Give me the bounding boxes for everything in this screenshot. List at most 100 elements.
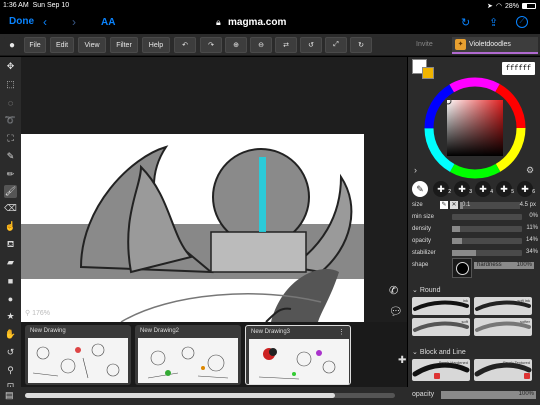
done-button[interactable]: Done <box>9 16 34 27</box>
text-size-button[interactable]: AA <box>101 17 115 28</box>
smudge-icon[interactable]: ☝ <box>4 220 17 233</box>
fullscreen-icon[interactable]: ⤢ <box>325 37 347 53</box>
brush-preset[interactable]: soft ink <box>474 297 532 315</box>
rotate-view-icon[interactable]: ↺ <box>4 346 17 359</box>
brush-preset[interactable]: softer <box>474 318 532 336</box>
brush-preset[interactable]: Brush Hardened <box>412 359 470 381</box>
brush-slot[interactable]: ✚ 5 <box>496 181 514 197</box>
gear-icon[interactable]: ⚙ <box>526 165 534 176</box>
thumbnail-card-active[interactable]: New Drawing3 ⋮ <box>245 325 351 385</box>
transform-icon[interactable]: ⛶ <box>4 132 17 145</box>
density-slider[interactable]: 11% <box>452 225 538 232</box>
rotate-right-icon[interactable]: ↻ <box>350 37 372 53</box>
min-size-slider[interactable]: 0% <box>452 213 538 220</box>
stabilizer-fill <box>452 250 476 256</box>
chat-icon[interactable]: 💬︎ <box>389 305 403 318</box>
paint-bucket-icon[interactable]: ⛾ <box>4 238 17 251</box>
compass-icon[interactable]: ⟋ <box>516 16 528 28</box>
back-icon[interactable]: ‹ <box>43 15 47 29</box>
brush-slot[interactable]: ✚ 3 <box>454 181 472 197</box>
density-label: density <box>412 226 432 232</box>
flip-icon[interactable]: ⇄ <box>275 37 297 53</box>
delete-icon[interactable] <box>524 373 530 379</box>
gradient-icon[interactable]: ▰ <box>4 256 17 269</box>
reload-icon[interactable]: ↻ <box>461 16 470 29</box>
browser-bar: Done ‹ › AA 🔒︎ magma.com ↻ ⇪ ⟋ <box>0 11 540 34</box>
hex-input[interactable]: ffffff <box>502 62 535 75</box>
location-icon: ➤ <box>487 3 493 10</box>
rotate-left-icon[interactable]: ↺ <box>300 37 322 53</box>
size-slider[interactable]: 0.1 <box>460 202 520 209</box>
menu-file[interactable]: File <box>24 37 46 53</box>
thumbnail-card[interactable]: New Drawing2 <box>135 325 241 385</box>
opacity-slider[interactable]: 14% <box>452 237 538 244</box>
move-tool-icon[interactable]: ✥ <box>4 60 17 73</box>
layer-opacity-slider[interactable]: 100% <box>441 391 536 399</box>
group-header-block-and-line[interactable]: ⌄ Block and Line <box>412 348 466 356</box>
opacity-value: 14% <box>525 237 538 243</box>
thumbnail-card[interactable]: New Drawing <box>25 325 131 385</box>
film-icon[interactable]: ▤ <box>5 390 14 401</box>
ellipse-tool-icon[interactable]: ● <box>4 292 17 305</box>
invite-button[interactable]: Invite <box>416 41 433 48</box>
undo-icon[interactable]: ↶ <box>174 37 196 53</box>
size-value: 4.5 px <box>519 202 536 208</box>
scrollbar-thumb[interactable] <box>25 393 335 398</box>
redo-icon[interactable]: ↷ <box>200 37 222 53</box>
cyan-glow <box>259 157 266 232</box>
group-header-round[interactable]: ⌄ Round <box>412 286 440 294</box>
hand-icon[interactable]: ✋ <box>4 328 17 341</box>
active-brush-slot[interactable]: ✎ <box>412 181 428 197</box>
pencil-icon[interactable]: ✏ <box>4 168 17 181</box>
menu-edit[interactable]: Edit <box>50 37 74 53</box>
rect-select-icon[interactable]: ⬚ <box>4 78 17 91</box>
brush-slot[interactable]: ✚ 2 <box>433 181 451 197</box>
eyedropper-icon[interactable]: ✎ <box>4 150 17 163</box>
size-lock-icon[interactable]: ✕ <box>450 201 458 209</box>
zoom-out-icon[interactable]: ⊖ <box>250 37 272 53</box>
menu-help[interactable]: Help <box>142 37 170 53</box>
drawing-canvas[interactable] <box>21 57 407 322</box>
brush-slot[interactable]: ✚ 4 <box>475 181 493 197</box>
brush-preset[interactable]: Brush Textured <box>474 359 532 381</box>
more-options-icon[interactable]: ⋮ <box>338 328 345 336</box>
menu-view[interactable]: View <box>78 37 106 53</box>
zoom-in-icon[interactable]: ⊕ <box>225 37 247 53</box>
menu-filter[interactable]: Filter <box>110 37 138 53</box>
brush-name: soft <box>461 319 468 324</box>
brush-slot-number: 2 <box>448 189 451 195</box>
eraser-icon[interactable]: ⌫ <box>4 202 17 215</box>
lasso-icon[interactable]: ➰ <box>4 114 17 127</box>
color-wheel[interactable] <box>423 76 527 180</box>
brush-preset[interactable]: ink <box>412 297 470 315</box>
min-size-label: min size <box>412 214 435 220</box>
thumbnail-image <box>249 339 349 384</box>
hardness-slider[interactable]: hardness 100% <box>474 262 534 269</box>
user-badge[interactable]: ✦ Violetdoodles <box>452 37 538 54</box>
forward-icon[interactable]: › <box>72 15 76 29</box>
add-icon[interactable]: ✚ <box>398 355 406 366</box>
share-icon[interactable]: ⇪ <box>489 16 498 29</box>
brush-slot[interactable]: ✚ 6 <box>517 181 535 197</box>
brush-icon[interactable]: 🖌︎ <box>4 185 17 198</box>
chevron-right-icon[interactable]: › <box>414 165 417 175</box>
horizontal-scrollbar[interactable] <box>25 393 395 398</box>
shape-preview[interactable] <box>452 258 472 278</box>
canvas-area[interactable]: ✆ 💬︎ <box>21 57 407 322</box>
ellipse-select-icon[interactable]: ◌ <box>4 96 17 109</box>
star-tool-icon[interactable]: ★ <box>4 310 17 323</box>
magma-logo-icon[interactable]: ● <box>4 37 20 53</box>
rectangle-tool-icon[interactable]: ■ <box>4 274 17 287</box>
chevron-down-icon: ⌄ <box>412 349 418 356</box>
zoom-tool-icon[interactable]: ⚲ <box>4 364 17 377</box>
delete-icon[interactable] <box>434 373 440 379</box>
bottom-bar: ▤ opacity 100% <box>0 387 540 405</box>
group-name: Block and Line <box>419 349 466 356</box>
phone-icon[interactable]: ✆ <box>389 284 398 297</box>
lock-icon: 🔒︎ <box>216 17 221 27</box>
stabilizer-slider[interactable]: 34% <box>452 249 538 256</box>
brush-preset[interactable]: soft <box>412 318 470 336</box>
url-text[interactable]: magma.com <box>228 17 286 28</box>
pen-pressure-icon[interactable]: ✎ <box>440 201 448 209</box>
brush-slot-number: 3 <box>469 189 472 195</box>
